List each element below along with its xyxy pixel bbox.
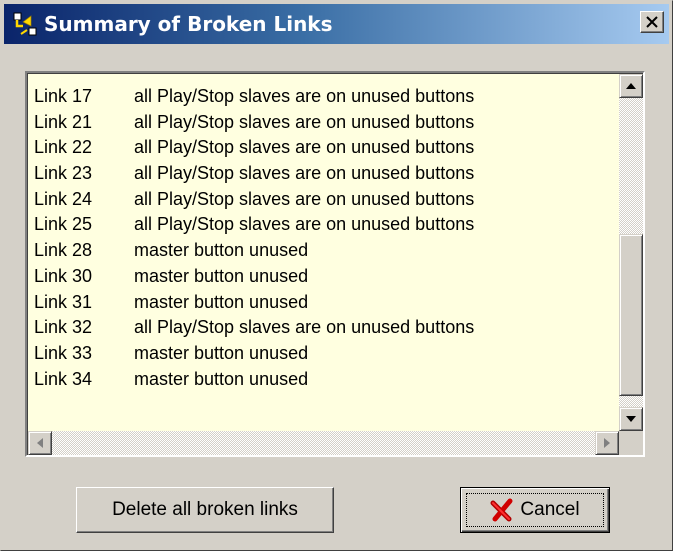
link-id: Link 34 (34, 368, 93, 389)
link-id: Link 33 (34, 342, 93, 363)
link-reason: all Play/Stop slaves are on unused butto… (134, 137, 475, 158)
list-item[interactable]: Link 23 all Play/Stop slaves are on unuse… (34, 161, 614, 187)
link-id: Link 25 (34, 214, 93, 235)
red-x-icon (490, 498, 513, 522)
link-id: Link 23 (34, 163, 93, 184)
cancel-button[interactable]: Cancel (460, 487, 610, 533)
delete-all-broken-links-button[interactable]: Delete all broken links (76, 487, 334, 533)
broken-links-list[interactable]: Link 17 all Play/Stop slaves are on unuse… (25, 71, 645, 457)
scrollbar-corner (619, 431, 643, 455)
link-reason: all Play/Stop slaves are on unused butto… (134, 86, 475, 106)
list-item[interactable]: Link 28 master button unused (34, 238, 614, 264)
link-id: Link 32 (34, 317, 93, 338)
list-item[interactable]: Link 33 master button unused (34, 341, 614, 367)
cancel-button-content: Cancel (490, 498, 580, 522)
list-item[interactable]: Link 32 all Play/Stop slaves are on unuse… (34, 315, 614, 341)
link-reason: all Play/Stop slaves are on unused butto… (134, 111, 475, 132)
link-reason: master button unused (134, 240, 309, 261)
left-arrow-icon (37, 438, 43, 448)
list-item[interactable]: Link 22 all Play/Stop slaves are on unuse… (34, 135, 614, 161)
dialog-title: Summary of Broken Links (44, 12, 333, 36)
link-reason: master button unused (134, 291, 309, 312)
link-reason: master button unused (134, 368, 309, 389)
broken-links-dialog: Summary of Broken Links Link 17 all Play/… (0, 0, 673, 551)
link-id: Link 17 (34, 86, 93, 106)
list-item[interactable]: Link 21 all Play/Stop slaves are on unuse… (34, 110, 614, 136)
link-id: Link 22 (34, 137, 93, 158)
list-item[interactable]: Link 17 all Play/Stop slaves are on unuse… (34, 84, 614, 110)
link-reason: all Play/Stop slaves are on unused butto… (134, 317, 475, 338)
list-item[interactable]: Link 25 all Play/Stop slaves are on unuse… (34, 212, 614, 238)
down-arrow-icon (626, 416, 636, 422)
scroll-down-button[interactable] (619, 407, 643, 431)
vertical-scrollbar[interactable] (619, 74, 643, 431)
right-arrow-icon (604, 438, 610, 448)
horizontal-scrollbar[interactable] (28, 431, 619, 455)
link-reason: all Play/Stop slaves are on unused butto… (134, 188, 475, 209)
close-button[interactable] (640, 11, 664, 33)
cancel-button-label: Cancel (520, 499, 580, 520)
list-item[interactable]: Link 34 master button unused (34, 367, 614, 393)
link-reason: all Play/Stop slaves are on unused butto… (134, 163, 475, 184)
link-reason: all Play/Stop slaves are on unused butto… (134, 214, 475, 235)
close-icon (646, 16, 658, 28)
list-item[interactable]: Link 24 all Play/Stop slaves are on unuse… (34, 187, 614, 213)
title-bar[interactable]: Summary of Broken Links (4, 4, 669, 44)
link-id: Link 24 (34, 188, 93, 209)
vertical-scroll-thumb[interactable] (619, 234, 643, 396)
network-links-icon (13, 12, 37, 36)
link-reason: master button unused (134, 265, 309, 286)
scroll-right-button[interactable] (595, 431, 619, 455)
up-arrow-icon (626, 83, 636, 89)
list-item[interactable]: Link 31 master button unused (34, 290, 614, 316)
list-item[interactable]: Link 30 master button unused (34, 264, 614, 290)
link-id: Link 28 (34, 240, 93, 261)
scroll-left-button[interactable] (28, 431, 52, 455)
list-content: Link 17 all Play/Stop slaves are on unuse… (34, 84, 614, 392)
list-frame: Link 17 all Play/Stop slaves are on unuse… (27, 73, 643, 455)
link-id: Link 31 (34, 291, 93, 312)
link-id: Link 21 (34, 111, 93, 132)
link-id: Link 30 (34, 265, 93, 286)
link-reason: master button unused (134, 342, 309, 363)
delete-button-label: Delete all broken links (112, 499, 298, 520)
scroll-up-button[interactable] (619, 74, 643, 98)
